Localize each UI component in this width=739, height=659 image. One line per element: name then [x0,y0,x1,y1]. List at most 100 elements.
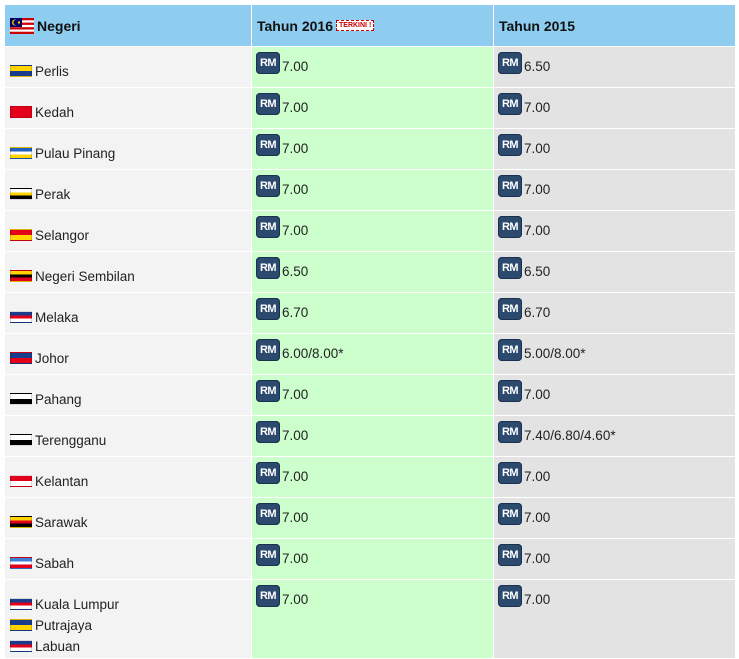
value-2015: 7.00 [524,387,551,402]
value-2016-cell: RM 7.00 [251,374,494,416]
value-2016-cell: RM 6.70 [251,292,494,334]
table-row: Sarawak RM 7.00 RM 7.00 [4,497,736,539]
value-2016-cell: RM 7.00 [251,128,494,170]
value-2015-cell: RM 6.50 [493,251,736,293]
state-name: Labuan [35,638,81,654]
state-cell: Perak [4,169,252,211]
value-2016-cell: RM 7.00 [251,538,494,580]
value-2016-cell: RM 7.00 [251,87,494,129]
state-entry: Johor [5,348,251,368]
header-state[interactable]: Negeri [4,4,252,47]
ringgit-icon: RM [498,216,522,238]
ringgit-icon: RM [498,503,522,525]
state-name: Johor [35,350,69,366]
value-2016-cell: RM 7.00 [251,415,494,457]
state-name: Perlis [35,63,69,79]
ringgit-icon: RM [256,216,280,238]
value-2015-cell: RM 7.00 [493,579,736,659]
state-flag-icon [10,65,32,77]
value-2015: 6.70 [524,305,551,320]
state-flag-icon [10,598,32,610]
ringgit-icon: RM [256,257,280,279]
state-cell: Johor [4,333,252,375]
state-name: Kedah [35,104,75,120]
table-row: Negeri Sembilan RM 6.50 RM 6.50 [4,251,736,293]
state-entry: Putrajaya [5,615,251,635]
value-2016-cell: RM 7.00 [251,169,494,211]
value-2015-cell: RM 7.00 [493,128,736,170]
state-cell: Pulau Pinang [4,128,252,170]
value-2015: 5.00/8.00* [524,346,586,361]
ringgit-icon: RM [498,298,522,320]
value-2016: 7.00 [282,551,309,566]
value-2016-cell: RM 7.00 [251,497,494,539]
state-name: Melaka [35,309,79,325]
state-entry: Kedah [5,102,251,122]
table-row: Pulau Pinang RM 7.00 RM 7.00 [4,128,736,170]
value-2016: 7.00 [282,141,309,156]
state-flag-icon [10,475,32,487]
ringgit-icon: RM [498,585,522,607]
header-state-label: Negeri [37,17,81,34]
value-2016: 7.00 [282,100,309,115]
value-2016: 7.00 [282,510,309,525]
table-row: Perlis RM 7.00 RM 6.50 [4,46,736,88]
value-2015: 7.00 [524,551,551,566]
state-cell: Perlis [4,46,252,88]
value-2015-cell: RM 6.70 [493,292,736,334]
value-2016: 7.00 [282,428,309,443]
ringgit-icon: RM [256,298,280,320]
state-flag-icon [10,640,32,652]
table-row: Sabah RM 7.00 RM 7.00 [4,538,736,580]
value-2016: 7.00 [282,223,309,238]
state-name: Kuala Lumpur [35,596,120,612]
table-row: Melaka RM 6.70 RM 6.70 [4,292,736,334]
ringgit-icon: RM [256,585,280,607]
value-2016-cell: RM 6.00/8.00* [251,333,494,375]
value-2015: 7.00 [524,182,551,197]
state-cell: Terengganu [4,415,252,457]
value-2015-cell: RM 7.00 [493,210,736,252]
value-2016: 7.00 [282,182,309,197]
state-flag-icon [10,619,32,631]
value-2015: 7.40/6.80/4.60* [524,428,616,443]
ringgit-icon: RM [256,544,280,566]
header-row: Negeri Tahun 2016 TERKINI ! Tahun 2015 [4,4,736,47]
state-entry: Negeri Sembilan [5,266,251,286]
state-entry: Selangor [5,225,251,245]
value-2015-cell: RM 7.00 [493,374,736,416]
ringgit-icon: RM [256,380,280,402]
value-2016-cell: RM 6.50 [251,251,494,293]
value-2015-cell: RM 7.00 [493,456,736,498]
ringgit-icon: RM [498,421,522,443]
ringgit-icon: RM [498,462,522,484]
state-entry: Terengganu [5,430,251,450]
state-flag-icon [10,516,32,528]
state-entry: Sarawak [5,512,251,532]
state-flag-icon [10,147,32,159]
value-2015: 7.00 [524,223,551,238]
value-2016-cell: RM 7.00 [251,46,494,88]
header-2016[interactable]: Tahun 2016 TERKINI ! [251,4,494,47]
state-flag-icon [10,352,32,364]
table-row: Johor RM 6.00/8.00* RM 5.00/8.00* [4,333,736,375]
state-name: Terengganu [35,432,107,448]
header-2015[interactable]: Tahun 2015 [493,4,736,47]
state-name: Pulau Pinang [35,145,116,161]
value-2015: 6.50 [524,264,551,279]
zakat-fitrah-table: Negeri Tahun 2016 TERKINI ! Tahun 2015 P… [4,4,736,659]
state-cell: Sarawak [4,497,252,539]
value-2015-cell: RM 7.00 [493,169,736,211]
ringgit-icon: RM [256,52,280,74]
state-flag-icon [10,188,32,200]
value-2015-cell: RM 7.00 [493,538,736,580]
state-entry: Kuala Lumpur [5,594,251,614]
ringgit-icon: RM [256,339,280,361]
state-flag-icon [10,393,32,405]
table-row: Kedah RM 7.00 RM 7.00 [4,87,736,129]
ringgit-icon: RM [498,93,522,115]
latest-badge: TERKINI ! [336,20,375,31]
value-2015-cell: RM 6.50 [493,46,736,88]
state-flag-icon [10,270,32,282]
value-2015-cell: RM 7.40/6.80/4.60* [493,415,736,457]
